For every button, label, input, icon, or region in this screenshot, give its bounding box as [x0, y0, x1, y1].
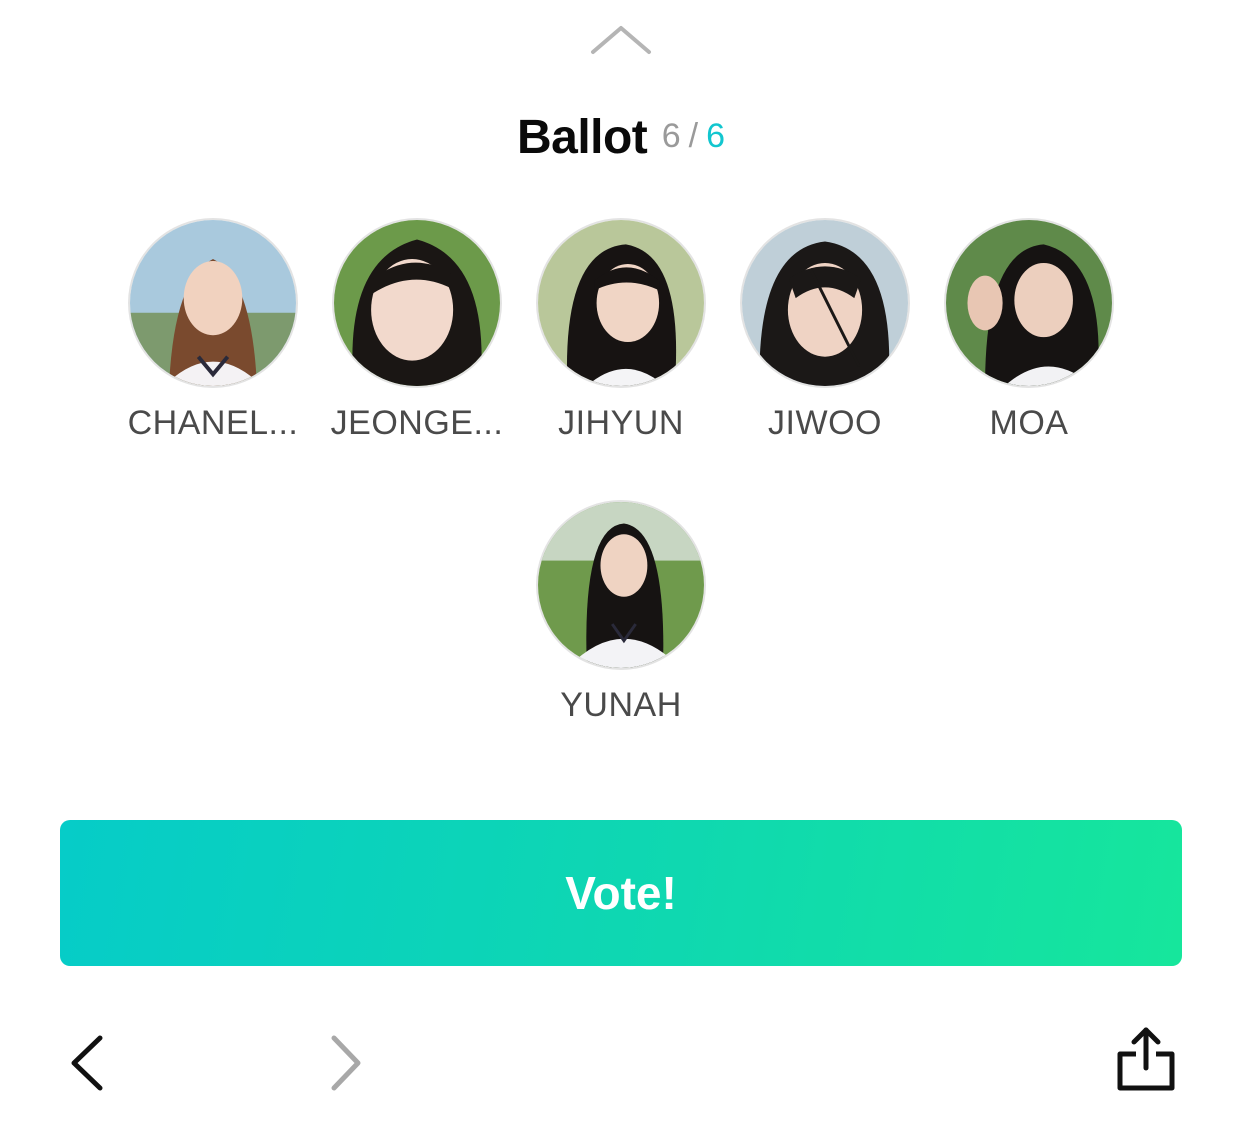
chevron-left-icon[interactable] [56, 1028, 126, 1098]
total-count: 6 [706, 117, 726, 155]
member-jiwoo[interactable]: JIWOO [723, 218, 927, 443]
chevron-up-icon[interactable] [589, 22, 653, 58]
avatar [128, 218, 298, 388]
member-jihyun[interactable]: JIHYUN [519, 218, 723, 443]
share-icon[interactable] [1110, 1024, 1182, 1096]
member-name: JEONGE... [330, 404, 504, 442]
ballot-title: Ballot [516, 111, 648, 164]
avatar [740, 218, 910, 388]
avatar [332, 218, 502, 388]
ballot-count: 6/6 [662, 117, 725, 155]
member-name: JIHYUN [558, 404, 684, 442]
count-separator: / [688, 117, 699, 155]
member-jeonge[interactable]: JEONGE... [315, 218, 519, 443]
avatar [944, 218, 1114, 388]
member-name: MOA [989, 404, 1069, 442]
member-name: JIWOO [768, 404, 882, 442]
member-name: YUNAH [560, 686, 682, 724]
avatar [536, 500, 706, 670]
chevron-right-icon[interactable] [310, 1028, 380, 1098]
member-moa[interactable]: MOA [927, 218, 1131, 443]
ballot-header: Ballot 6/6 [0, 108, 1242, 177]
vote-button[interactable]: Vote! [60, 820, 1182, 966]
member-name: CHANEL... [127, 404, 299, 442]
member-yunah[interactable]: YUNAH [519, 500, 723, 725]
member-chanel[interactable]: CHANEL... [111, 218, 315, 443]
selected-count: 6 [661, 117, 681, 155]
avatar [536, 218, 706, 388]
ballot-sheet: Ballot 6/6 CHANEL... JEONGE... JIHYUN JI… [0, 0, 1242, 1129]
